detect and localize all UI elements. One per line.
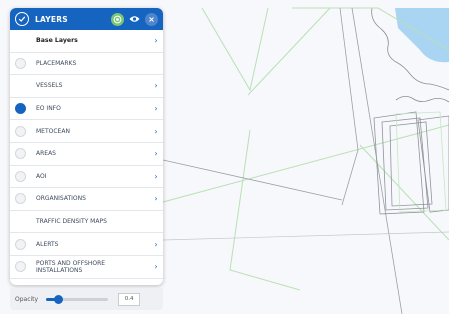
layer-select-cell — [10, 238, 31, 250]
layer-select-cell — [10, 193, 31, 205]
chevron-right-icon[interactable]: › — [149, 149, 163, 158]
opacity-slider-handle[interactable] — [54, 294, 64, 304]
layer-label: ALERTS — [36, 240, 59, 248]
layer-select-cell — [10, 57, 31, 69]
layer-row[interactable]: ALERTS › — [10, 233, 163, 256]
layer-radio[interactable] — [15, 125, 26, 137]
layer-label: AREAS — [36, 150, 56, 158]
layer-label: EO INFO — [36, 105, 61, 113]
layer-row[interactable]: METOCEAN › — [10, 120, 163, 143]
layer-label: ORGANISATIONS — [36, 195, 86, 203]
layer-row[interactable]: Base Layers › — [10, 30, 163, 53]
layer-radio[interactable] — [15, 103, 26, 115]
layers-header: LAYERS — [10, 8, 163, 30]
chevron-right-icon[interactable]: › — [149, 81, 163, 90]
chevron-right-icon[interactable]: › — [149, 172, 163, 181]
close-icon[interactable] — [145, 12, 158, 26]
layers-title: LAYERS — [35, 14, 68, 24]
layer-select-cell — [10, 148, 31, 160]
layer-label: VESSELS — [36, 82, 63, 90]
layer-radio[interactable] — [15, 261, 26, 273]
layer-row[interactable]: EO INFO › — [10, 98, 163, 121]
chevron-right-icon[interactable]: › — [149, 36, 163, 45]
chevron-right-icon[interactable]: › — [149, 240, 163, 249]
chevron-right-icon[interactable]: › — [149, 262, 163, 271]
layer-label: METOCEAN — [36, 127, 70, 135]
layer-radio[interactable] — [15, 57, 26, 69]
layer-label: AOI — [36, 172, 47, 180]
layer-row[interactable]: ORGANISATIONS › — [10, 188, 163, 211]
layer-row[interactable]: AREAS › — [10, 143, 163, 166]
chevron-right-icon[interactable]: › — [149, 194, 163, 203]
layer-radio[interactable] — [15, 170, 26, 182]
check-circle-icon[interactable] — [15, 12, 29, 26]
eye-icon[interactable] — [128, 13, 141, 26]
opacity-label: Opacity — [15, 295, 39, 303]
layer-radio[interactable] — [15, 238, 26, 250]
target-icon[interactable] — [111, 12, 124, 26]
layer-row[interactable]: VESSELS › — [10, 75, 163, 98]
layer-select-cell — [10, 261, 31, 273]
layer-select-cell — [10, 125, 31, 137]
chevron-right-icon[interactable]: › — [149, 127, 163, 136]
chevron-right-icon[interactable]: › — [149, 104, 163, 113]
layer-label: Base Layers — [36, 37, 78, 45]
opacity-slider[interactable] — [46, 294, 109, 304]
layer-select-cell — [10, 170, 31, 182]
layer-row[interactable]: TRAFFIC DENSITY MAPS — [10, 211, 163, 234]
layer-row[interactable]: AOI › — [10, 166, 163, 189]
layers-panel: LAYERS Base Layers › PLACEMARKS VESSELS › EO … — [10, 8, 163, 285]
layer-select-cell — [10, 103, 31, 115]
opacity-control: Opacity 0.4 — [10, 288, 163, 310]
layer-row[interactable]: PLACEMARKS — [10, 53, 163, 76]
layer-row[interactable]: PORTS AND OFFSHORE INSTALLATIONS › — [10, 256, 163, 279]
opacity-value-field[interactable]: 0.4 — [118, 292, 141, 306]
layer-label: TRAFFIC DENSITY MAPS — [36, 218, 107, 226]
layer-label: PLACEMARKS — [36, 59, 77, 67]
layer-radio[interactable] — [15, 193, 26, 205]
layer-label: PORTS AND OFFSHORE INSTALLATIONS — [36, 259, 106, 274]
layer-radio[interactable] — [15, 148, 26, 160]
